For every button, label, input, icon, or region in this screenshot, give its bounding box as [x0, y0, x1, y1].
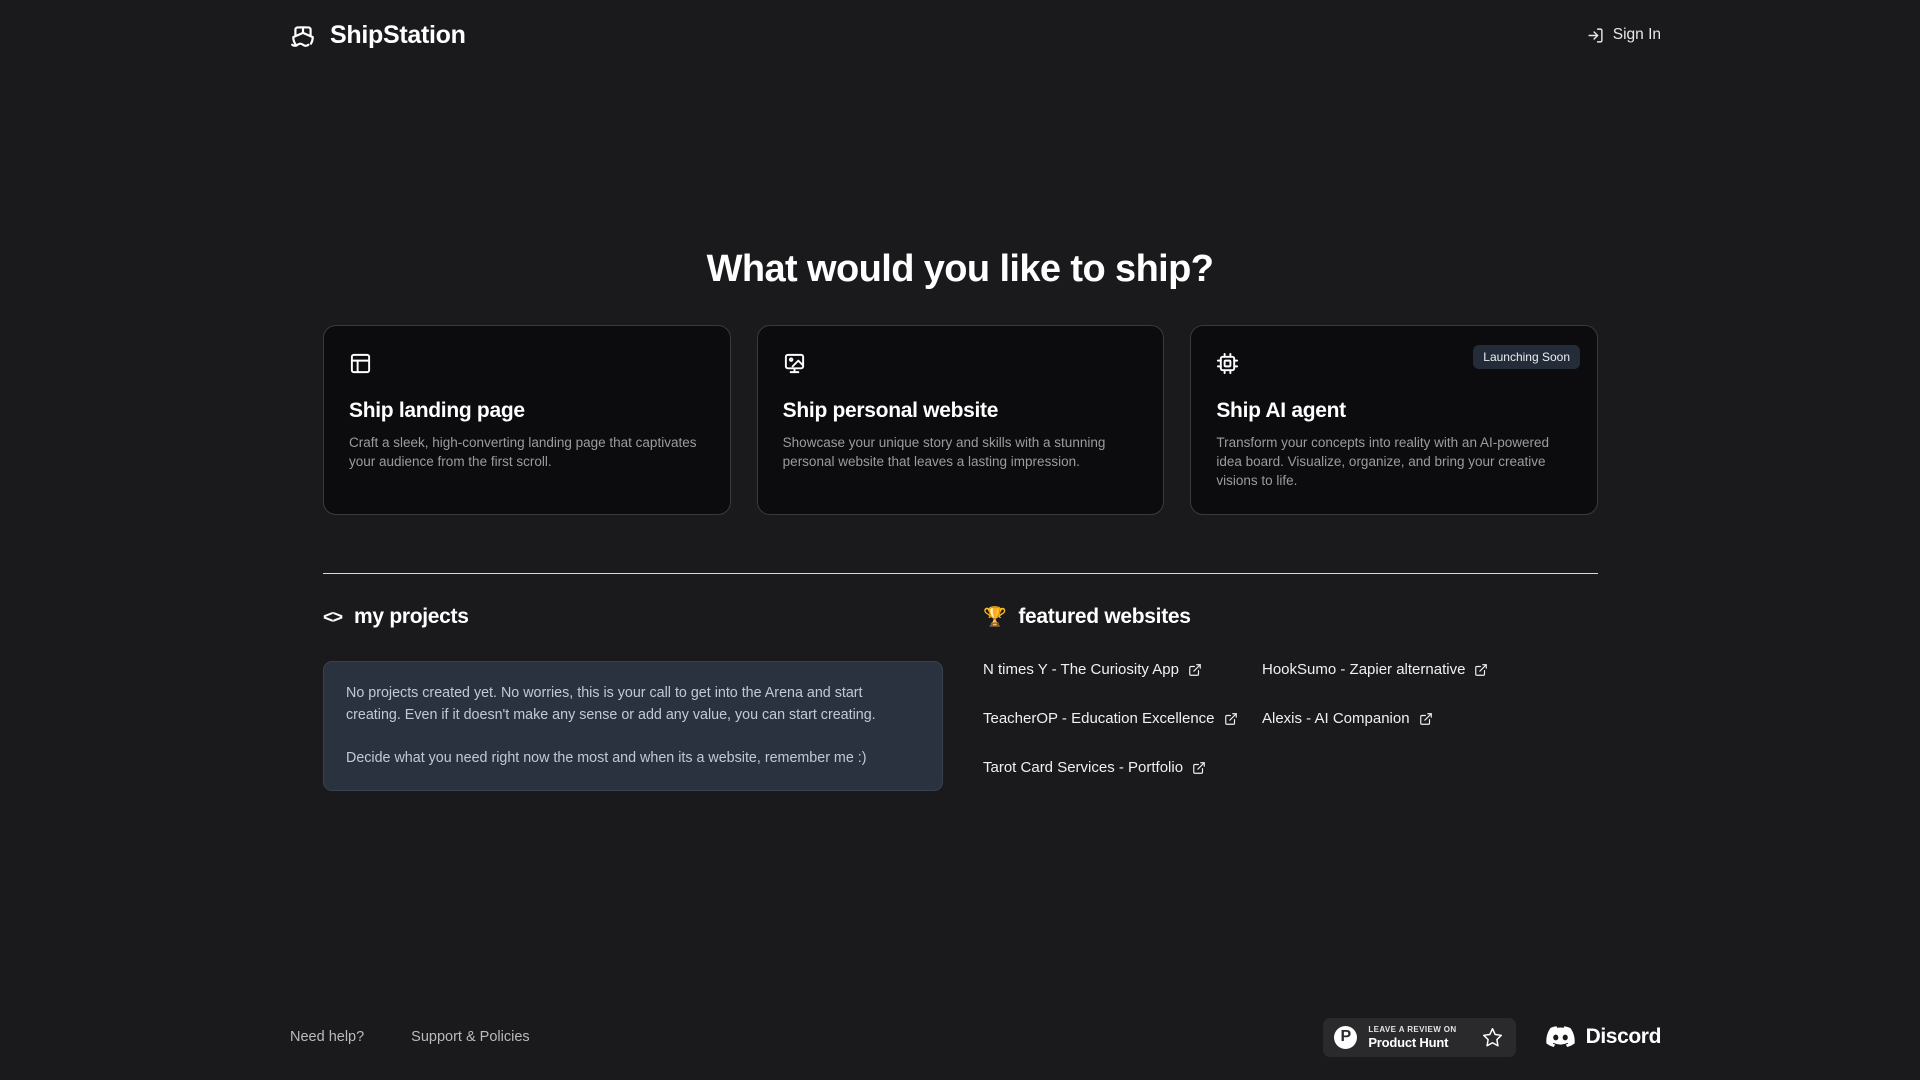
image-icon — [783, 352, 806, 375]
site-footer: Need help? Support & Policies P LEAVE A … — [0, 994, 1920, 1080]
layout-panel-icon — [349, 352, 372, 375]
card-ship-ai-agent[interactable]: Launching Soon Ship AI agent Transform y… — [1190, 325, 1599, 516]
footer-links: Need help? Support & Policies — [290, 1029, 530, 1045]
featured-links-list: N times Y - The Curiosity App HookSumo -… — [983, 661, 1598, 776]
featured-link-label: HookSumo - Zapier alternative — [1262, 661, 1466, 678]
featured-websites-heading: 🏆 featured websites — [983, 605, 1598, 629]
card-ship-personal-website[interactable]: Ship personal website Showcase your uniq… — [756, 325, 1165, 516]
featured-link-label: N times Y - The Curiosity App — [983, 661, 1179, 678]
card-title: Ship landing page — [349, 399, 525, 422]
section-title: my projects — [354, 605, 469, 628]
empty-projects-message: No projects created yet. No worries, thi… — [323, 661, 943, 792]
product-hunt-badge[interactable]: P LEAVE A REVIEW ON Product Hunt — [1323, 1017, 1516, 1057]
my-projects-section: <> my projects No projects created yet. … — [323, 605, 943, 792]
featured-link-label: TeacherOP - Education Excellence — [983, 710, 1215, 727]
card-description: Craft a sleek, high-converting landing p… — [349, 435, 697, 470]
external-link-icon — [1474, 663, 1488, 677]
featured-link[interactable]: Tarot Card Services - Portfolio — [983, 759, 1262, 776]
featured-link[interactable]: HookSumo - Zapier alternative — [1262, 661, 1541, 678]
section-title: featured websites — [1018, 605, 1191, 628]
login-arrow-icon — [1587, 27, 1604, 44]
ship-options-group: Ship landing page Craft a sleek, high-co… — [323, 325, 1599, 516]
empty-projects-paragraph-2: Decide what you need right now the most … — [346, 750, 867, 767]
featured-link-label: Alexis - AI Companion — [1262, 710, 1410, 727]
featured-link[interactable]: Alexis - AI Companion — [1262, 710, 1541, 727]
external-link-icon — [1224, 712, 1238, 726]
featured-link[interactable]: TeacherOP - Education Excellence — [983, 710, 1262, 727]
card-ship-landing-page[interactable]: Ship landing page Craft a sleek, high-co… — [323, 325, 731, 516]
footer-badges: P LEAVE A REVIEW ON Product Hunt Discord — [1323, 1017, 1662, 1057]
product-hunt-text: LEAVE A REVIEW ON Product Hunt — [1368, 1025, 1456, 1050]
status-badge: Launching Soon — [1473, 345, 1581, 369]
footer-link-support-policies[interactable]: Support & Policies — [411, 1029, 529, 1045]
code-brackets-icon: <> — [323, 606, 343, 627]
discord-label: Discord — [1585, 1025, 1662, 1048]
card-description: Showcase your unique story and skills wi… — [782, 435, 1106, 470]
star-outline-icon — [1482, 1027, 1503, 1048]
sign-in-button[interactable]: Sign In — [1587, 26, 1661, 44]
external-link-icon — [1419, 712, 1433, 726]
card-description: Transform your concepts into reality wit… — [1216, 435, 1549, 489]
footer-link-need-help[interactable]: Need help? — [290, 1029, 364, 1045]
product-hunt-bottom-label: Product Hunt — [1368, 1034, 1449, 1050]
product-hunt-logo-icon: P — [1334, 1025, 1358, 1049]
featured-link[interactable]: N times Y - The Curiosity App — [983, 661, 1262, 678]
card-title: Ship AI agent — [1216, 399, 1346, 422]
section-divider — [323, 573, 1598, 574]
featured-link-label: Tarot Card Services - Portfolio — [983, 759, 1184, 776]
cpu-chip-icon — [1216, 352, 1239, 375]
discord-link[interactable]: Discord — [1545, 1025, 1662, 1049]
site-header: ShipStation Sign In — [0, 0, 1920, 70]
my-projects-heading: <> my projects — [323, 605, 943, 629]
ship-icon — [290, 22, 316, 48]
external-link-icon — [1192, 761, 1206, 775]
discord-icon — [1545, 1026, 1575, 1048]
featured-websites-section: 🏆 featured websites N times Y - The Curi… — [983, 605, 1598, 776]
brand-logo[interactable]: ShipStation — [290, 21, 466, 50]
brand-name: ShipStation — [330, 20, 466, 49]
external-link-icon — [1188, 663, 1202, 677]
product-hunt-top-label: LEAVE A REVIEW ON — [1368, 1024, 1457, 1034]
page-title: What would you like to ship? — [706, 248, 1214, 290]
sign-in-label: Sign In — [1612, 26, 1661, 43]
empty-projects-paragraph-1: No projects created yet. No worries, thi… — [346, 685, 876, 723]
trophy-icon: 🏆 — [983, 606, 1007, 628]
card-title: Ship personal website — [782, 399, 999, 422]
